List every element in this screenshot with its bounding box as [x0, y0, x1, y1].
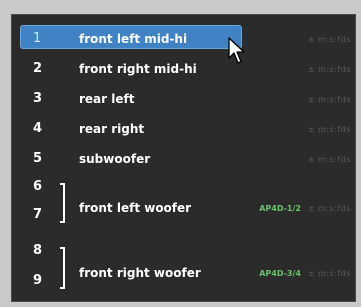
time-offset: ± m:s:fds: [307, 269, 351, 278]
channel-row-2[interactable]: 2 front right mid-hi ± m:s:fds: [12, 59, 355, 79]
time-offset: ± m:s:fds: [307, 35, 351, 44]
link-bracket: [60, 247, 65, 289]
time-offset: ± m:s:fds: [307, 65, 351, 74]
channel-label: front left woofer: [79, 201, 192, 215]
device-label: AP4D-1/2: [259, 204, 301, 213]
time-offset: ± m:s:fds: [307, 155, 351, 164]
channel-label: front right woofer: [79, 266, 201, 280]
device-label: AP4D-3/4: [259, 269, 301, 278]
channel-pair-6-7[interactable]: 6 7 front left woofer AP4D-1/2 ± m:s:fds: [12, 177, 355, 231]
channel-row-3[interactable]: 3 rear left ± m:s:fds: [12, 89, 355, 109]
channel-row-5[interactable]: 5 subwoofer ± m:s:fds: [12, 149, 355, 169]
channel-row-1[interactable]: 1 front left mid-hi ± m:s:fds: [12, 29, 355, 49]
arrow-cursor-icon: [228, 37, 245, 64]
link-bracket: [60, 183, 65, 223]
channel-number: 8: [33, 243, 43, 258]
channel-number: 2: [33, 61, 43, 76]
channel-label: rear left: [79, 92, 135, 106]
channel-label: subwoofer: [79, 152, 151, 166]
channel-number: 6: [33, 179, 43, 194]
time-offset: ± m:s:fds: [307, 95, 351, 104]
output-channel-list: 1 front left mid-hi ± m:s:fds 2 front ri…: [11, 14, 356, 302]
channel-number: 4: [33, 121, 43, 136]
channel-number: 5: [33, 151, 43, 166]
time-offset: ± m:s:fds: [307, 125, 351, 134]
channel-pair-8-9[interactable]: 8 9 front right woofer AP4D-3/4 ± m:s:fd…: [12, 241, 355, 297]
channel-number: 9: [33, 273, 43, 288]
time-offset: ± m:s:fds: [307, 204, 351, 213]
channel-label: rear right: [79, 122, 145, 136]
channel-row-4[interactable]: 4 rear right ± m:s:fds: [12, 119, 355, 139]
channel-number: 1: [33, 31, 42, 46]
channel-number: 3: [33, 91, 43, 106]
channel-label: front left mid-hi: [79, 32, 188, 46]
channel-label: front right mid-hi: [79, 62, 197, 76]
channel-number: 7: [33, 207, 43, 222]
